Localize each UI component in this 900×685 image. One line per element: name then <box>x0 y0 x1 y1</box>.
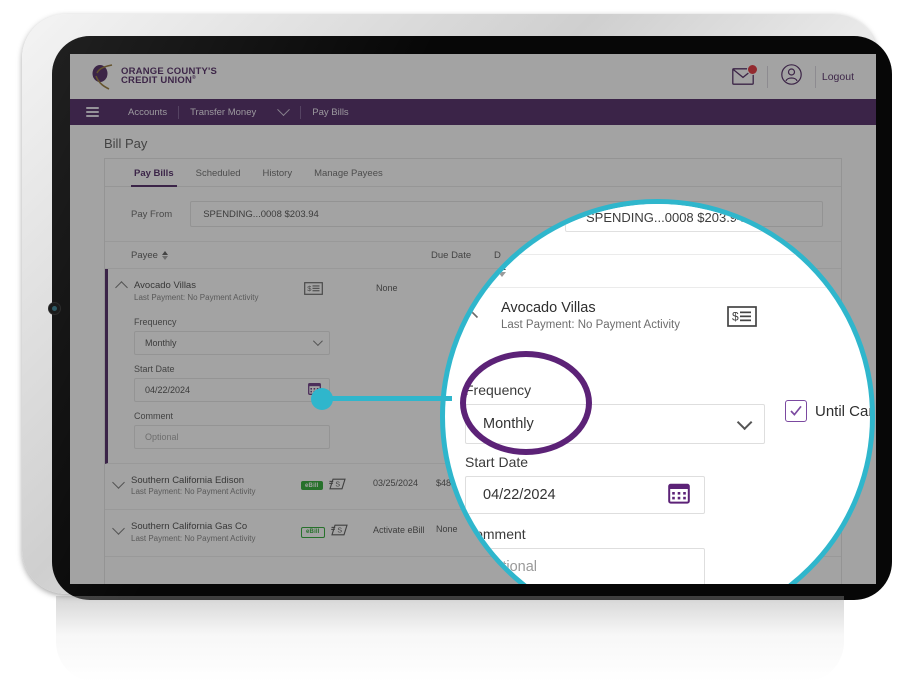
frequency-label: Frequency <box>134 316 177 327</box>
magnified-bill-statement-icon[interactable]: $ <box>727 306 757 332</box>
unread-badge <box>746 64 758 75</box>
collapse-row-icon[interactable] <box>108 280 134 294</box>
magnified-table-header: ayee Due Date <box>445 254 870 288</box>
ebill-badge[interactable]: eBill <box>301 526 325 538</box>
column-header-payee[interactable]: Payee <box>131 250 431 261</box>
chevron-down-icon[interactable] <box>277 102 291 116</box>
bill-statement-icon[interactable]: $ <box>304 282 323 299</box>
svg-text:S: S <box>335 481 340 488</box>
comment-label: Comment <box>134 410 174 421</box>
envelope-icon <box>732 64 758 85</box>
tab-scheduled[interactable]: Scheduled <box>185 168 252 186</box>
annotation-ellipse <box>460 351 592 455</box>
annotation-connector-dot <box>311 388 333 410</box>
magnified-until-canceled-label: Until Canceled <box>815 402 870 420</box>
account-button[interactable] <box>768 63 815 90</box>
row-due-date: 03/25/2024 <box>373 477 419 488</box>
magnified-comment-placeholder: Optional <box>483 559 538 575</box>
magnified-collapse-icon[interactable] <box>463 306 479 324</box>
payment-form: Frequency Monthly Start Date 04/22/2024 <box>134 304 330 463</box>
chevron-down-icon <box>736 414 753 430</box>
svg-text:S: S <box>337 528 342 535</box>
hamburger-menu-icon[interactable] <box>86 107 99 117</box>
brand-header: ORANGE COUNTY'S CREDIT UNION® Logout <box>70 54 876 99</box>
logout-link[interactable]: Logout <box>816 71 860 83</box>
calendar-icon[interactable] <box>668 482 690 508</box>
svg-text:$: $ <box>307 284 312 293</box>
svg-text:$: $ <box>732 310 739 324</box>
magnified-column-header-due-date: Due Date <box>845 256 873 286</box>
annotation-connector-line <box>316 396 452 401</box>
tab-history[interactable]: History <box>252 168 304 186</box>
tablet-camera-icon <box>48 302 61 315</box>
comment-input[interactable]: Optional <box>134 424 330 449</box>
frequency-select[interactable]: Monthly <box>134 330 330 355</box>
row-badges: eBill S <box>301 475 373 495</box>
credit-union-logo-icon <box>92 63 114 90</box>
messages-button[interactable] <box>719 64 767 85</box>
tab-manage-payees[interactable]: Manage Payees <box>303 168 394 186</box>
tablet-frame: ORANGE COUNTY'S CREDIT UNION® Logout Acc… <box>22 14 892 600</box>
check-dollar-icon[interactable]: S <box>328 477 346 495</box>
nav-item-transfer-money[interactable]: Transfer Money <box>179 99 267 125</box>
payee-last-payment: Last Payment: No Payment Activity <box>131 534 256 544</box>
row-due-date: None <box>376 283 398 293</box>
magnified-pay-from-select[interactable]: SPENDING...0008 $203.94 <box>565 204 870 232</box>
screenshot-stage: ORANGE COUNTY'S CREDIT UNION® Logout Acc… <box>0 0 900 685</box>
sort-icon[interactable] <box>161 250 168 260</box>
payee-name: Avocado Villas <box>134 280 196 291</box>
bill-pay-tabs: Pay Bills Scheduled History Manage Payee… <box>105 159 841 187</box>
magnified-start-date-input[interactable]: 04/22/2024 <box>465 476 705 514</box>
magnified-pay-from-value: SPENDING...0008 $203.94 <box>586 209 745 225</box>
magnified-payee-last-payment: Last Payment: No Payment Activity <box>501 319 680 331</box>
payee-name: Southern California Edison <box>131 474 245 486</box>
magnified-until-canceled-control[interactable]: Until Canceled <box>785 400 870 422</box>
frequency-value: Monthly <box>145 337 177 348</box>
chevron-down-icon <box>312 336 323 347</box>
tablet-reflection <box>56 596 844 682</box>
start-date-input[interactable]: 04/22/2024 <box>134 377 330 402</box>
brand-line-2: CREDIT UNION® <box>121 75 196 87</box>
sort-icon[interactable] <box>498 265 507 277</box>
magnified-payee-name: Avocado Villas <box>501 300 596 316</box>
row-badges: eBill S <box>301 521 373 541</box>
brand-logo: ORANGE COUNTY'S CREDIT UNION® <box>92 63 217 90</box>
payee-last-payment: Last Payment: No Payment Activity <box>131 487 256 497</box>
user-avatar-icon <box>781 63 802 90</box>
magnified-comment-label: Comment <box>465 526 526 542</box>
payee-last-payment: Last Payment: No Payment Activity <box>134 292 259 302</box>
brand-wordmark: ORANGE COUNTY'S CREDIT UNION® <box>121 67 217 87</box>
magnified-start-date-value: 04/22/2024 <box>483 487 556 503</box>
row-due-date[interactable]: Activate eBill <box>373 521 436 536</box>
comment-placeholder: Optional <box>145 431 179 442</box>
ebill-badge[interactable]: eBill <box>301 481 323 491</box>
pay-from-value: SPENDING...0008 $203.94 <box>203 208 319 220</box>
payee-name: Southern California Gas Co <box>131 521 248 533</box>
header-actions: Logout <box>719 63 860 90</box>
nav-item-accounts[interactable]: Accounts <box>117 99 178 125</box>
page-title: Bill Pay <box>104 136 148 151</box>
expand-row-icon[interactable] <box>105 475 131 489</box>
tab-pay-bills[interactable]: Pay Bills <box>123 168 185 187</box>
start-date-value: 04/22/2024 <box>145 384 191 395</box>
check-dollar-icon[interactable]: S <box>330 523 348 541</box>
start-date-label: Start Date <box>134 363 175 374</box>
row-bill-icon-cell: $ <box>304 280 376 300</box>
nav-item-pay-bills[interactable]: Pay Bills <box>301 99 359 127</box>
magnified-start-date-label: Start Date <box>465 454 529 470</box>
magnified-until-canceled-checkbox[interactable] <box>785 400 807 422</box>
expand-row-icon[interactable] <box>105 521 131 536</box>
magnified-column-header-payee[interactable]: ayee <box>465 264 507 279</box>
magnified-comment-input[interactable]: Optional <box>465 548 705 584</box>
main-navbar: Accounts Transfer Money Pay Bills <box>70 99 876 127</box>
app-screen: ORANGE COUNTY'S CREDIT UNION® Logout Acc… <box>70 54 876 584</box>
pay-from-label: Pay From <box>131 208 173 220</box>
